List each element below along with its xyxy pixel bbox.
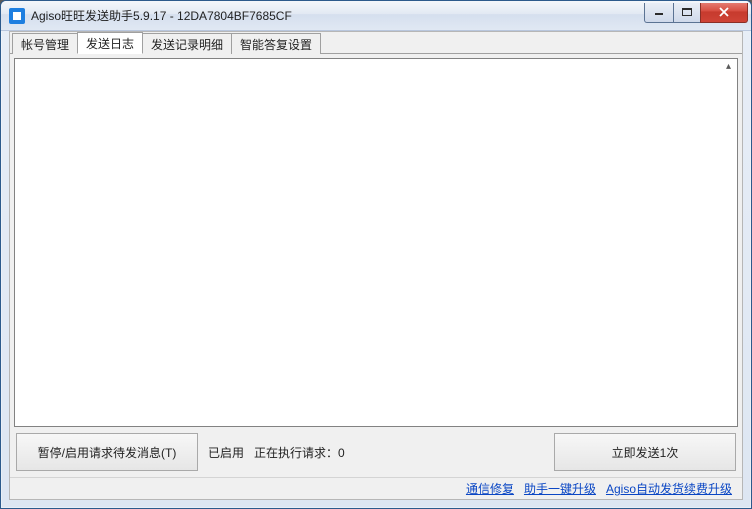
bottom-toolbar: 暂停/启用请求待发消息(T) 已启用 正在执行请求：0 立即发送1次 [14, 427, 738, 473]
status-enabled-label: 已启用 [208, 444, 244, 461]
close-icon [718, 7, 730, 17]
minimize-icon [654, 8, 664, 16]
send-now-button[interactable]: 立即发送1次 [554, 433, 736, 471]
tab-send-log[interactable]: 发送日志 [77, 32, 143, 54]
app-icon [9, 8, 25, 24]
tab-body: ▴ 暂停/启用请求待发消息(T) 已启用 正在执行请求：0 立即发送1次 [10, 54, 742, 477]
maximize-button[interactable] [673, 3, 701, 23]
footer: 通信修复 助手一键升级 Agiso自动发货续费升级 [10, 477, 742, 499]
titlebar[interactable]: Agiso旺旺发送助手5.9.17 - 12DA7804BF7685CF [1, 1, 751, 31]
status-executing: 正在执行请求：0 [254, 444, 345, 461]
link-agiso-renew[interactable]: Agiso自动发货续费升级 [606, 480, 732, 497]
window-controls [645, 3, 748, 23]
minimize-button[interactable] [644, 3, 674, 23]
scroll-up-icon[interactable]: ▴ [722, 61, 735, 73]
link-assistant-upgrade[interactable]: 助手一键升级 [524, 480, 596, 497]
app-window: Agiso旺旺发送助手5.9.17 - 12DA7804BF7685CF 帐号管… [0, 0, 752, 509]
status-executing-label: 正在执行请求： [254, 446, 338, 460]
window-title: Agiso旺旺发送助手5.9.17 - 12DA7804BF7685CF [31, 7, 292, 24]
link-comm-repair[interactable]: 通信修复 [466, 480, 514, 497]
status-executing-count: 0 [338, 446, 345, 460]
maximize-icon [682, 8, 692, 16]
client-area: 帐号管理 发送日志 发送记录明细 智能答复设置 ▴ 暂停/启用请求待发消息(T)… [9, 31, 743, 500]
log-textarea[interactable]: ▴ [14, 58, 738, 427]
tab-account-management[interactable]: 帐号管理 [12, 33, 78, 54]
tab-smart-reply-settings[interactable]: 智能答复设置 [231, 33, 321, 54]
tab-strip: 帐号管理 发送日志 发送记录明细 智能答复设置 [10, 32, 742, 54]
pause-toggle-button[interactable]: 暂停/启用请求待发消息(T) [16, 433, 198, 471]
tab-send-record-detail[interactable]: 发送记录明细 [142, 33, 232, 54]
close-button[interactable] [700, 3, 748, 23]
status-text: 已启用 正在执行请求：0 [208, 444, 345, 461]
